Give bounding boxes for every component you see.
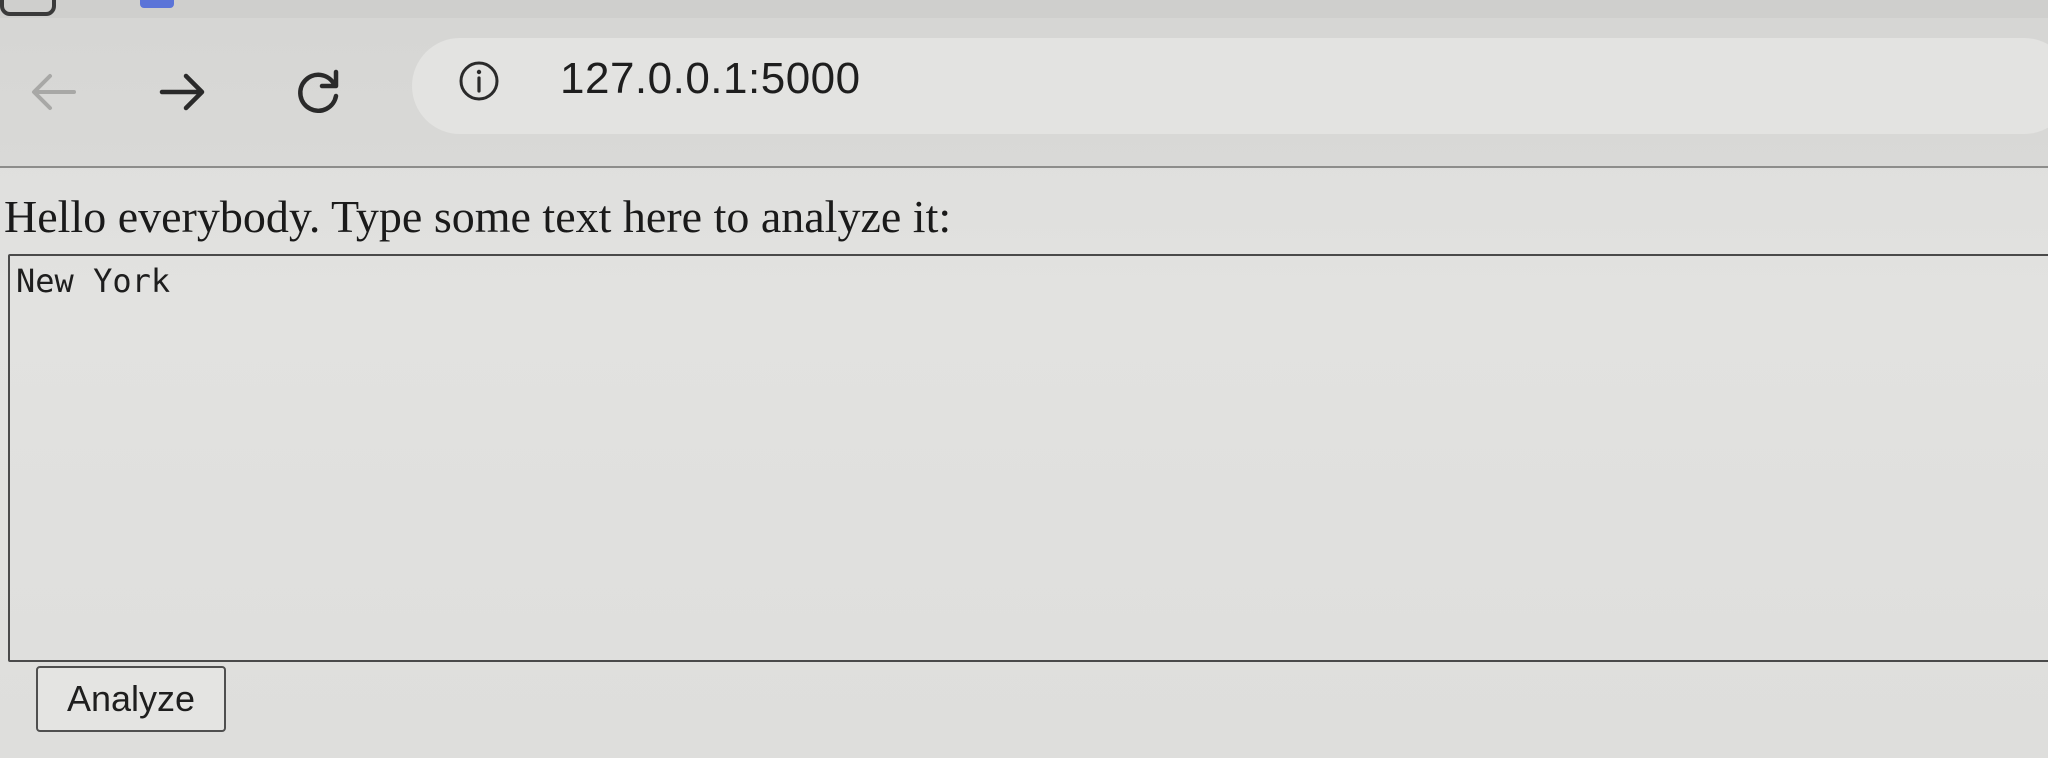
arrow-right-icon (159, 73, 205, 111)
url-text[interactable]: 127.0.0.1:5000 (560, 54, 861, 104)
page-content: Hello everybody. Type some text here to … (0, 170, 2048, 758)
active-tab-indicator (140, 0, 174, 8)
reload-icon (298, 69, 339, 114)
info-icon[interactable] (458, 60, 500, 102)
reload-button[interactable] (286, 60, 350, 124)
arrow-left-icon (32, 74, 76, 110)
back-button[interactable] (22, 60, 86, 124)
address-bar[interactable]: 127.0.0.1:5000 (412, 38, 2048, 134)
analyze-text-input[interactable]: New York (8, 254, 2048, 662)
screen: 127.0.0.1:5000 Hello everybody. Type som… (0, 0, 2048, 758)
prompt-label: Hello everybody. Type some text here to … (4, 191, 952, 242)
analyze-button[interactable]: Analyze (36, 666, 226, 732)
tab-strip (0, 0, 2048, 18)
forward-button[interactable] (150, 60, 214, 124)
tab-overview-icon[interactable] (0, 0, 56, 16)
browser-toolbar: 127.0.0.1:5000 (0, 18, 2048, 168)
